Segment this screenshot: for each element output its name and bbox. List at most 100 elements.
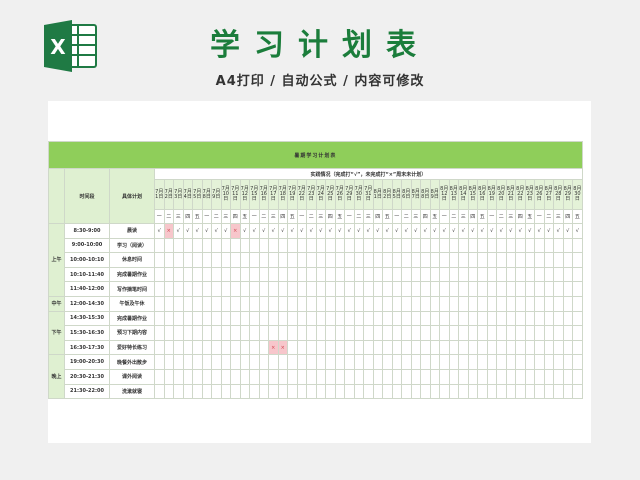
- check-cell[interactable]: [372, 339, 383, 356]
- check-cell[interactable]: √: [572, 223, 583, 239]
- check-cell[interactable]: [439, 281, 450, 297]
- check-cell[interactable]: [534, 310, 545, 327]
- check-cell[interactable]: [515, 368, 526, 385]
- check-cell[interactable]: [363, 368, 374, 385]
- check-cell[interactable]: [258, 368, 269, 385]
- check-cell[interactable]: √: [477, 223, 488, 239]
- check-cell[interactable]: [458, 266, 469, 283]
- check-cell[interactable]: [287, 325, 298, 341]
- check-cell[interactable]: [287, 295, 298, 312]
- check-cell[interactable]: [249, 368, 260, 385]
- check-cell[interactable]: [239, 266, 250, 283]
- check-cell[interactable]: [458, 383, 469, 400]
- check-cell[interactable]: [515, 252, 526, 268]
- check-cell[interactable]: [372, 383, 383, 400]
- check-cell[interactable]: [401, 281, 412, 297]
- check-cell[interactable]: √: [344, 223, 355, 239]
- check-cell[interactable]: [382, 310, 393, 327]
- check-cell[interactable]: [315, 237, 326, 254]
- check-cell[interactable]: [211, 252, 222, 268]
- check-cell[interactable]: √: [553, 223, 564, 239]
- check-cell[interactable]: [543, 325, 554, 341]
- check-cell[interactable]: [268, 252, 279, 268]
- check-cell[interactable]: [429, 281, 440, 297]
- check-cell[interactable]: [344, 266, 355, 283]
- check-cell[interactable]: [249, 266, 260, 283]
- check-cell[interactable]: [287, 281, 298, 297]
- check-cell[interactable]: [534, 368, 545, 385]
- check-cell[interactable]: [296, 325, 307, 341]
- check-cell[interactable]: [344, 281, 355, 297]
- check-cell[interactable]: [277, 281, 288, 297]
- check-cell[interactable]: [296, 354, 307, 370]
- check-cell[interactable]: [353, 252, 364, 268]
- check-cell[interactable]: [467, 295, 478, 312]
- check-cell[interactable]: [220, 339, 231, 356]
- check-cell[interactable]: [201, 339, 212, 356]
- check-cell[interactable]: [562, 383, 573, 400]
- check-cell[interactable]: [325, 295, 336, 312]
- check-cell[interactable]: [249, 295, 260, 312]
- check-cell[interactable]: [334, 325, 345, 341]
- check-cell[interactable]: [572, 237, 583, 254]
- check-cell[interactable]: [496, 383, 507, 400]
- check-cell[interactable]: [524, 281, 535, 297]
- check-cell[interactable]: [363, 266, 374, 283]
- check-cell[interactable]: [315, 368, 326, 385]
- check-cell[interactable]: [420, 310, 431, 327]
- check-cell[interactable]: [562, 252, 573, 268]
- check-cell[interactable]: [496, 295, 507, 312]
- check-cell[interactable]: [201, 325, 212, 341]
- check-cell[interactable]: [249, 339, 260, 356]
- check-cell[interactable]: [363, 310, 374, 327]
- check-cell[interactable]: [363, 325, 374, 341]
- check-cell[interactable]: [448, 281, 459, 297]
- check-cell[interactable]: [477, 237, 488, 254]
- check-cell[interactable]: [287, 383, 298, 400]
- check-cell[interactable]: √: [220, 223, 231, 239]
- check-cell[interactable]: [258, 339, 269, 356]
- check-cell[interactable]: [448, 339, 459, 356]
- check-cell[interactable]: [258, 237, 269, 254]
- check-cell[interactable]: [353, 354, 364, 370]
- check-cell[interactable]: √: [458, 223, 469, 239]
- check-cell[interactable]: [363, 281, 374, 297]
- check-cell[interactable]: [439, 295, 450, 312]
- check-cell[interactable]: [163, 339, 174, 356]
- check-cell[interactable]: [458, 354, 469, 370]
- check-cell[interactable]: [277, 368, 288, 385]
- check-cell[interactable]: [258, 266, 269, 283]
- check-cell[interactable]: [239, 339, 250, 356]
- check-cell[interactable]: [562, 281, 573, 297]
- check-cell[interactable]: [230, 383, 241, 400]
- check-cell[interactable]: [230, 354, 241, 370]
- check-cell[interactable]: [458, 368, 469, 385]
- check-cell[interactable]: [382, 237, 393, 254]
- check-cell[interactable]: [353, 339, 364, 356]
- check-cell[interactable]: [344, 368, 355, 385]
- check-cell[interactable]: [572, 354, 583, 370]
- check-cell[interactable]: [429, 266, 440, 283]
- check-cell[interactable]: [220, 252, 231, 268]
- check-cell[interactable]: [182, 310, 193, 327]
- check-cell[interactable]: [277, 237, 288, 254]
- check-cell[interactable]: [382, 383, 393, 400]
- check-cell[interactable]: [515, 325, 526, 341]
- check-cell[interactable]: [325, 383, 336, 400]
- check-cell[interactable]: [496, 310, 507, 327]
- check-cell[interactable]: [306, 237, 317, 254]
- check-cell[interactable]: [496, 339, 507, 356]
- check-cell[interactable]: [410, 295, 421, 312]
- check-cell[interactable]: [515, 354, 526, 370]
- check-cell[interactable]: [524, 237, 535, 254]
- check-cell[interactable]: √: [429, 223, 440, 239]
- check-cell[interactable]: [163, 266, 174, 283]
- check-cell[interactable]: [553, 325, 564, 341]
- check-cell[interactable]: [192, 310, 203, 327]
- check-cell[interactable]: [543, 368, 554, 385]
- check-cell[interactable]: [230, 295, 241, 312]
- check-cell[interactable]: [486, 281, 497, 297]
- check-cell[interactable]: √: [154, 223, 165, 239]
- check-cell[interactable]: [372, 237, 383, 254]
- check-cell[interactable]: [429, 325, 440, 341]
